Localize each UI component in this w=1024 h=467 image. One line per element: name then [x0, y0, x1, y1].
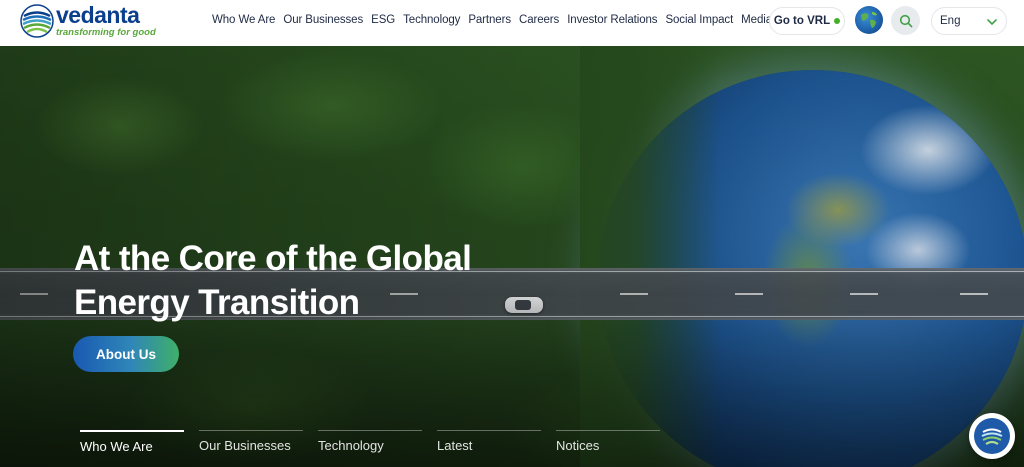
tab-technology[interactable]: Technology — [318, 430, 422, 454]
tab-indicator — [80, 430, 184, 432]
tab-label: Our Businesses — [199, 438, 291, 453]
tab-notices[interactable]: Notices — [556, 430, 660, 454]
tab-label: Notices — [556, 438, 600, 453]
chevron-down-icon — [987, 19, 997, 26]
tab-label: Technology — [318, 438, 384, 453]
language-value: Eng — [940, 15, 961, 27]
site-header: vedanta transforming for good Who We Are… — [0, 0, 1024, 46]
hero-title: At the Core of the Global Energy Transit… — [74, 237, 594, 325]
about-us-button[interactable]: About Us — [73, 336, 179, 372]
nav-media[interactable]: Media — [741, 14, 772, 26]
go-to-vrl-button[interactable]: Go to VRL — [769, 7, 845, 35]
globe-button[interactable] — [855, 6, 883, 34]
tab-label: Latest — [437, 438, 473, 453]
nav-investor-relations[interactable]: Investor Relations — [567, 14, 657, 26]
tab-indicator — [199, 430, 303, 431]
main-nav: Who We Are Our Businesses ESG Technology… — [212, 0, 780, 40]
status-dot-icon — [834, 18, 841, 24]
logo-name: vedanta — [56, 2, 140, 29]
search-button[interactable] — [891, 6, 920, 35]
vedanta-logo-icon — [20, 4, 54, 38]
tab-label: Who We Are — [80, 439, 153, 454]
nav-our-businesses[interactable]: Our Businesses — [283, 14, 363, 26]
hero-title-line2: Energy Transition — [74, 283, 360, 322]
vedanta-logo[interactable]: vedanta transforming for good — [20, 4, 156, 38]
globe-icon — [861, 12, 877, 28]
nav-partners[interactable]: Partners — [468, 14, 511, 26]
logo-wordmark: vedanta transforming for good — [56, 4, 156, 38]
tab-indicator — [318, 430, 422, 431]
tab-indicator — [556, 430, 660, 431]
nav-careers[interactable]: Careers — [519, 14, 559, 26]
nav-who-we-are[interactable]: Who We Are — [212, 14, 275, 26]
hero-tabs: Who We Are Our Businesses Technology Lat… — [80, 430, 675, 454]
tab-latest[interactable]: Latest — [437, 430, 541, 454]
tab-our-businesses[interactable]: Our Businesses — [199, 430, 303, 454]
go-to-vrl-label: Go to VRL — [773, 15, 831, 27]
hero-banner: At the Core of the Global Energy Transit… — [0, 46, 1024, 467]
tab-indicator — [437, 430, 541, 431]
chat-icon — [974, 418, 1010, 454]
nav-technology[interactable]: Technology — [403, 14, 460, 26]
language-select[interactable]: Eng — [931, 7, 1007, 35]
chat-logo-icon — [981, 428, 1003, 445]
logo-tagline: transforming for good — [56, 27, 156, 39]
search-icon — [899, 14, 912, 27]
chat-button[interactable] — [969, 413, 1015, 459]
nav-social-impact[interactable]: Social Impact — [665, 14, 733, 26]
tab-who-we-are[interactable]: Who We Are — [80, 430, 184, 454]
nav-esg[interactable]: ESG — [371, 14, 395, 26]
hero-title-line1: At the Core of the Global — [74, 239, 472, 278]
